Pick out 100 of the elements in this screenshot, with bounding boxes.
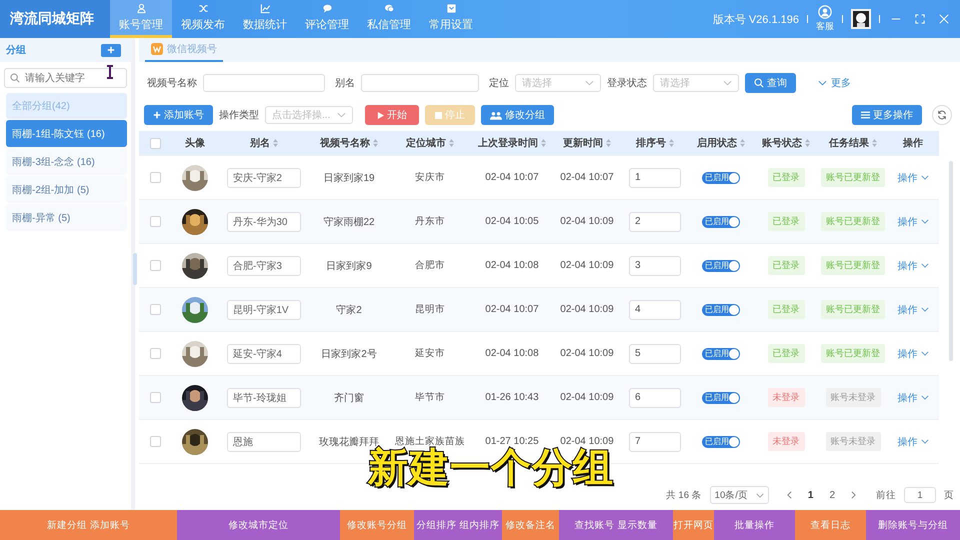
more-link[interactable]: 更多 bbox=[812, 75, 857, 91]
nav-tab[interactable]: 账号管理 bbox=[110, 0, 172, 38]
nav-tab[interactable]: 私信管理 bbox=[358, 0, 420, 38]
nav-tab[interactable]: 常用设置 bbox=[420, 0, 482, 38]
row-checkbox[interactable] bbox=[150, 172, 160, 183]
filter-input[interactable] bbox=[361, 74, 479, 92]
row-checkbox[interactable] bbox=[150, 304, 160, 315]
row-checkbox[interactable] bbox=[150, 260, 160, 271]
operation-dropdown[interactable]: 操作 bbox=[898, 302, 928, 316]
add-account-button[interactable]: 添加账号 bbox=[144, 105, 213, 125]
feature-label: 修改城市定位 bbox=[177, 510, 340, 540]
enabled-switch[interactable]: 已启用 bbox=[702, 216, 740, 228]
order-field[interactable]: 5 bbox=[629, 344, 681, 364]
row-checkbox[interactable] bbox=[150, 216, 160, 227]
alias-field[interactable]: 延安-守家4 bbox=[227, 344, 301, 364]
sort-icon[interactable] bbox=[273, 139, 278, 147]
nav-tab[interactable]: 视频发布 bbox=[172, 0, 234, 38]
chevron-down-icon bbox=[920, 351, 928, 356]
order-field[interactable]: 6 bbox=[629, 388, 681, 408]
feature-label: 分组排序 组内排序 bbox=[414, 510, 502, 540]
add-group-button[interactable] bbox=[101, 44, 121, 56]
start-button[interactable]: 开始 bbox=[365, 105, 419, 125]
page-size-select[interactable]: 10条/页 bbox=[710, 486, 769, 504]
query-button[interactable]: 查询 bbox=[745, 73, 796, 93]
page-number[interactable]: 2 bbox=[825, 490, 839, 500]
page-number[interactable]: 1 bbox=[804, 490, 818, 500]
alias-field[interactable]: 安庆-守家2 bbox=[227, 168, 301, 188]
operation-dropdown[interactable]: 操作 bbox=[898, 170, 928, 184]
maximize-icon[interactable] bbox=[915, 14, 925, 24]
sort-icon[interactable] bbox=[805, 139, 810, 147]
status-tag: 已登录 bbox=[768, 256, 804, 275]
alias-field[interactable]: 昆明-守家1V bbox=[227, 300, 301, 320]
enabled-switch[interactable]: 已启用 bbox=[702, 260, 740, 272]
row-checkbox[interactable] bbox=[150, 392, 160, 403]
sort-icon[interactable] bbox=[872, 139, 877, 147]
operation-dropdown[interactable]: 操作 bbox=[898, 258, 928, 272]
column-header: 更新时间 bbox=[563, 136, 603, 150]
alias-field[interactable]: 丹东-华为30 bbox=[227, 212, 301, 232]
select-all-checkbox[interactable] bbox=[150, 138, 160, 148]
more-operations-button[interactable]: 更多操作 bbox=[852, 105, 922, 125]
sort-icon[interactable] bbox=[541, 139, 546, 147]
nav-tab[interactable]: 数据统计 bbox=[234, 0, 296, 38]
filter-label: 定位 bbox=[489, 76, 509, 90]
sidebar-title: 分组 bbox=[6, 44, 26, 57]
sort-icon[interactable] bbox=[606, 139, 611, 147]
previous-page-icon[interactable] bbox=[786, 491, 792, 499]
filter-label: 别名 bbox=[335, 77, 355, 90]
alias-field[interactable]: 合肥-守家3 bbox=[227, 256, 301, 276]
nav-tab[interactable]: 评论管理 bbox=[296, 0, 358, 38]
filter-input[interactable] bbox=[203, 74, 325, 92]
table-cell: 02-04 10:09 bbox=[560, 392, 614, 403]
video-caption: 新建一个分组 bbox=[368, 448, 614, 488]
close-icon[interactable] bbox=[939, 14, 949, 24]
group-item[interactable]: 雨棚-异常 (5) bbox=[6, 204, 127, 231]
order-field[interactable]: 1 bbox=[629, 168, 681, 188]
support-button[interactable]: 客服 bbox=[816, 5, 834, 33]
order-field[interactable]: 4 bbox=[629, 300, 681, 320]
channel-tab[interactable]: 微信视频号 bbox=[145, 38, 223, 62]
chart-icon bbox=[260, 3, 270, 14]
operation-dropdown[interactable]: 操作 bbox=[898, 346, 928, 360]
enabled-switch[interactable]: 已启用 bbox=[702, 172, 740, 184]
operation-dropdown[interactable]: 操作 bbox=[898, 214, 928, 228]
operation-dropdown[interactable]: 操作 bbox=[898, 434, 928, 448]
sort-icon[interactable] bbox=[449, 139, 454, 147]
order-field[interactable]: 3 bbox=[629, 256, 681, 276]
chevron-down-icon bbox=[920, 439, 928, 444]
refresh-button[interactable] bbox=[932, 105, 952, 125]
search-field[interactable]: 请输入关键字 bbox=[4, 68, 127, 88]
column-header: 任务结果 bbox=[829, 136, 869, 150]
status-tag: 已登录 bbox=[768, 344, 804, 363]
chevron-down-icon bbox=[585, 80, 594, 86]
feature-label: 查看日志 bbox=[795, 510, 866, 540]
next-page-icon[interactable] bbox=[851, 491, 856, 499]
result-tag: 账号未登录 bbox=[826, 432, 880, 451]
text-cursor-icon bbox=[106, 65, 114, 79]
group-item[interactable]: 雨棚-3组-念念 (16) bbox=[6, 148, 127, 175]
enabled-switch[interactable]: 已启用 bbox=[702, 436, 740, 448]
sort-icon[interactable] bbox=[669, 139, 674, 147]
operation-dropdown[interactable]: 操作 bbox=[898, 390, 928, 404]
sort-icon[interactable] bbox=[740, 139, 745, 147]
enabled-switch[interactable]: 已启用 bbox=[702, 392, 740, 404]
row-checkbox[interactable] bbox=[150, 436, 160, 447]
row-checkbox[interactable] bbox=[150, 348, 160, 359]
alias-field[interactable]: 恩施 bbox=[227, 432, 301, 452]
table-cell: 02-04 10:09 bbox=[560, 216, 614, 227]
enabled-switch[interactable]: 已启用 bbox=[702, 348, 740, 360]
channel-logo-icon bbox=[151, 43, 163, 55]
alias-field[interactable]: 毕节-玲珑姐 bbox=[227, 388, 301, 408]
order-field[interactable]: 2 bbox=[629, 212, 681, 232]
order-field[interactable]: 7 bbox=[629, 432, 681, 452]
change-group-button[interactable]: 修改分组 bbox=[481, 105, 554, 125]
enabled-switch[interactable]: 已启用 bbox=[702, 304, 740, 316]
sort-icon[interactable] bbox=[373, 139, 378, 147]
group-item[interactable]: 雨棚-1组-陈文钰 (16) bbox=[6, 120, 127, 147]
goto-suffix: 页 bbox=[944, 488, 954, 502]
chevron-down-icon bbox=[723, 80, 732, 86]
status-tag: 已登录 bbox=[768, 212, 804, 231]
goto-page-field[interactable]: 1 bbox=[904, 487, 936, 503]
group-item[interactable]: 雨棚-2组-加加 (5) bbox=[6, 176, 127, 203]
filter-label: 视频号名称 bbox=[147, 76, 197, 90]
